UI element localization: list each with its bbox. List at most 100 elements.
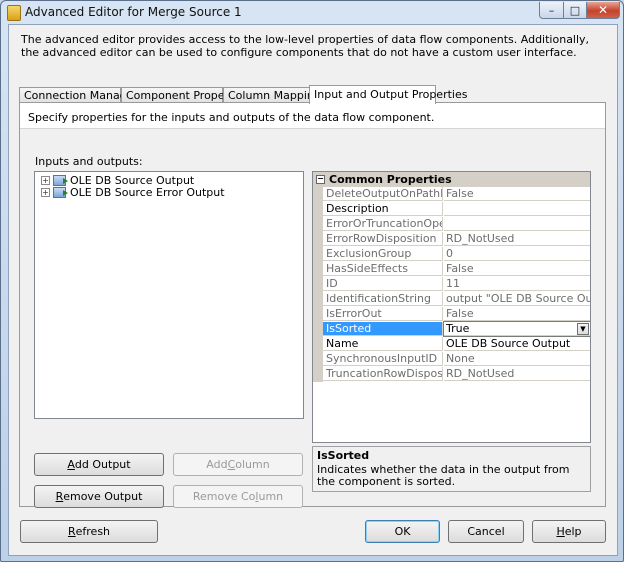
label-part: umn [258, 490, 284, 503]
property-value[interactable]: 0 [444, 247, 590, 261]
row-gutter [313, 247, 323, 262]
row-gutter [313, 337, 323, 352]
label-part: OK [394, 525, 411, 538]
cancel-button[interactable]: Cancel [448, 520, 524, 543]
remove-column-button[interactable]: Remove Co l umn [173, 485, 303, 508]
property-row-description[interactable]: Description [313, 202, 590, 217]
property-value[interactable]: False [444, 187, 590, 201]
tab-component-properties[interactable]: Component Properties [121, 87, 249, 103]
title-bar[interactable]: Advanced Editor for Merge Source 1 – □ ✕ [1, 1, 623, 23]
property-value-dropdown[interactable]: True ▼ [443, 321, 590, 337]
accelerator-key: R [55, 490, 64, 503]
dropdown-selected-value: True [446, 322, 470, 335]
inputs-outputs-tree[interactable]: + OLE DB Source Output + OLE DB Source E… [34, 171, 304, 419]
expand-icon[interactable]: + [41, 176, 50, 185]
add-column-button[interactable]: Add Column [173, 453, 303, 476]
tab-panel: Specify properties for the inputs and ou… [19, 102, 606, 508]
ok-button[interactable]: OK [365, 520, 440, 543]
tab-panel-header: Specify properties for the inputs and ou… [20, 103, 605, 129]
property-value[interactable]: False [444, 307, 590, 321]
property-row-exclusion-group[interactable]: ExclusionGroup 0 [313, 247, 590, 262]
property-row-identification-string[interactable]: IdentificationString output "OLE DB Sour… [313, 292, 590, 307]
row-gutter [313, 202, 323, 217]
close-button[interactable]: ✕ [586, 2, 620, 19]
tab-label: Input and Output Properties [314, 88, 468, 101]
property-row-has-side-effects[interactable]: HasSideEffects False [313, 262, 590, 277]
property-value[interactable] [444, 202, 590, 216]
row-gutter [313, 277, 323, 292]
tree-item-source-error-output[interactable]: + OLE DB Source Error Output [41, 186, 225, 199]
property-name: ID [323, 277, 443, 291]
property-value[interactable]: OLE DB Source Output [444, 337, 590, 351]
property-row-id[interactable]: ID 11 [313, 277, 590, 292]
expand-icon[interactable]: + [41, 188, 50, 197]
property-value[interactable]: RD_NotUsed [444, 367, 590, 381]
property-name: IsErrorOut [323, 307, 443, 321]
minimize-button[interactable]: – [539, 2, 564, 19]
label-part: Cancel [467, 525, 505, 538]
property-name: IsSorted [323, 322, 443, 336]
help-button[interactable]: Help [532, 520, 606, 543]
row-gutter [313, 292, 323, 307]
property-row-error-row-disposition[interactable]: ErrorRowDisposition RD_NotUsed [313, 232, 590, 247]
property-grid[interactable]: − Common Properties DeleteOutputOnPathDe… [312, 171, 591, 443]
property-value[interactable] [444, 217, 590, 231]
remove-output-button[interactable]: Remove Output [34, 485, 164, 508]
property-value[interactable]: RD_NotUsed [444, 232, 590, 246]
property-row-is-error-out[interactable]: IsErrorOut False [313, 307, 590, 322]
dropdown-arrow-icon[interactable]: ▼ [577, 323, 589, 335]
category-label: Common Properties [329, 173, 452, 186]
help-text: Indicates whether the data in the output… [317, 463, 570, 488]
label-part: efresh [75, 525, 111, 538]
property-value[interactable]: False [444, 262, 590, 276]
editor-description: The advanced editor provides access to t… [21, 33, 590, 59]
property-value[interactable]: 11 [444, 277, 590, 291]
output-icon [53, 175, 68, 186]
row-gutter [313, 232, 323, 247]
property-name: DeleteOutputOnPathDetached [323, 187, 443, 201]
row-gutter [313, 217, 323, 232]
row-gutter [313, 262, 323, 277]
property-value[interactable]: None [444, 352, 590, 366]
tab-description: Specify properties for the inputs and ou… [28, 111, 435, 124]
property-name: Name [323, 337, 443, 351]
property-name: TruncationRowDisposition [323, 367, 443, 381]
accelerator-key: A [67, 458, 75, 471]
property-name: ErrorRowDisposition [323, 232, 443, 246]
property-row-delete-output-on-path-detached[interactable]: DeleteOutputOnPathDetached False [313, 187, 590, 202]
tab-connection-managers[interactable]: Connection Managers [19, 87, 144, 103]
output-icon [53, 187, 68, 198]
property-row-name[interactable]: Name OLE DB Source Output [313, 337, 590, 352]
property-name: ExclusionGroup [323, 247, 443, 261]
property-category-header[interactable]: − Common Properties [313, 172, 590, 187]
maximize-button[interactable]: □ [563, 2, 587, 19]
dialog-client-area: The advanced editor provides access to t… [8, 24, 618, 556]
accelerator-key: R [67, 525, 76, 538]
tab-input-and-output-properties[interactable]: Input and Output Properties [309, 85, 467, 104]
property-value[interactable]: output "OLE DB Source Output" (11) [444, 292, 590, 306]
window-title: Advanced Editor for Merge Source 1 [25, 5, 242, 19]
property-name: Description [323, 202, 443, 216]
property-row-synchronous-input-id[interactable]: SynchronousInputID None [313, 352, 590, 367]
refresh-button[interactable]: Refresh [20, 520, 158, 543]
property-row-is-sorted[interactable]: IsSorted True ▼ [313, 321, 590, 337]
app-icon [7, 5, 21, 21]
row-gutter [313, 322, 323, 337]
property-name: IdentificationString [323, 292, 443, 306]
add-output-button[interactable]: Add Output [34, 453, 164, 476]
property-name: SynchronousInputID [323, 352, 443, 366]
collapse-icon[interactable]: − [316, 175, 325, 184]
accelerator-key: H [556, 525, 565, 538]
tab-column-mappings[interactable]: Column Mappings [223, 87, 327, 103]
property-row-error-or-truncation-operation[interactable]: ErrorOrTruncationOperation [313, 217, 590, 232]
row-gutter [313, 307, 323, 322]
property-help-pane: IsSorted Indicates whether the data in t… [312, 446, 591, 492]
advanced-editor-window: Advanced Editor for Merge Source 1 – □ ✕… [0, 0, 624, 562]
label-part: emove Output [63, 490, 143, 503]
property-row-truncation-row-disposition[interactable]: TruncationRowDisposition RD_NotUsed [313, 367, 590, 382]
property-name: ErrorOrTruncationOperation [323, 217, 443, 231]
label-part: elp [564, 525, 582, 538]
label-part: dd Output [74, 458, 131, 471]
help-title: IsSorted [317, 449, 370, 462]
label-part: olumn [235, 458, 270, 471]
